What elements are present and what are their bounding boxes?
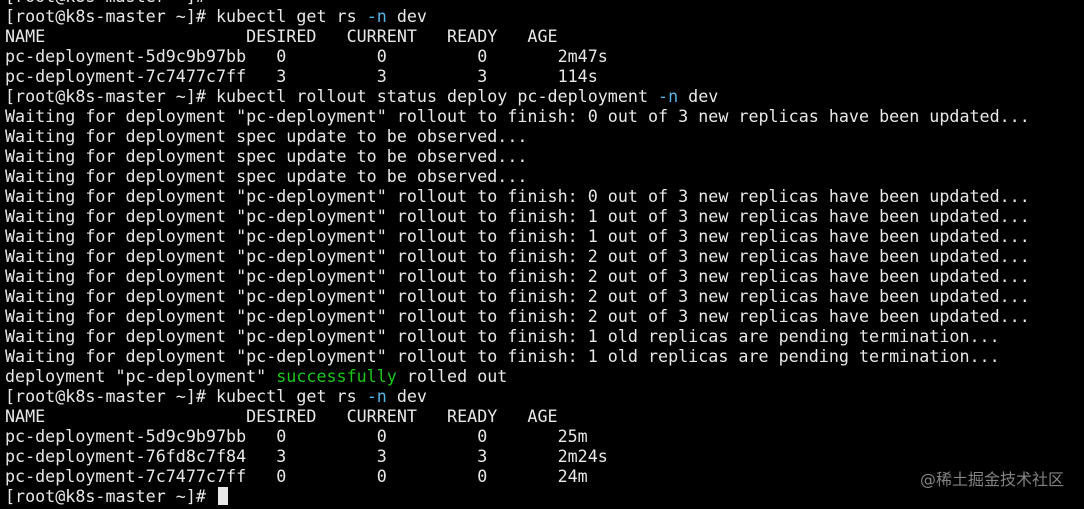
prompt: [root@k8s-master ~]# [5,486,216,506]
token-text: Waiting for deployment spec update to be… [5,146,528,166]
token-text: Waiting for deployment spec update to be… [5,166,528,186]
watermark: @稀土掘金技术社区 [919,470,1064,489]
token-text: [root@k8s-master ~]# kubectl rollout sta… [5,86,659,106]
token-text: deployment "pc-deployment" [5,366,277,386]
terminal-line: Waiting for deployment "pc-deployment" r… [5,306,1084,326]
terminal-line: Waiting for deployment "pc-deployment" r… [5,326,1084,346]
token-text: pc-deployment-76fd8c7f84 3 3 3 2m24s [5,446,608,466]
terminal-line: Waiting for deployment "pc-deployment" r… [5,286,1084,306]
terminal-line: pc-deployment-7c7477c7ff 3 3 3 114s [5,66,1084,86]
token-text: Waiting for deployment spec update to be… [5,126,528,146]
terminal-output: [root@k8s-master ~]# [root@k8s-master ~]#… [5,0,1084,506]
terminal-line: Waiting for deployment "pc-deployment" r… [5,206,1084,226]
token-text: Waiting for deployment "pc-deployment" r… [5,206,1030,226]
token-text: Waiting for deployment "pc-deployment" r… [5,266,1030,286]
token-text: Waiting for deployment "pc-deployment" r… [5,106,1030,126]
token-text: dev [678,86,719,106]
terminal-line: Waiting for deployment spec update to be… [5,166,1084,186]
token-text: Waiting for deployment "pc-deployment" r… [5,286,1030,306]
token-text: Waiting for deployment "pc-deployment" r… [5,226,1030,246]
terminal-line: deployment "pc-deployment" successfully … [5,366,1084,386]
token-text: Waiting for deployment "pc-deployment" r… [5,326,1000,346]
terminal-line: [root@k8s-master ~]# kubectl get rs -n d… [5,386,1084,406]
token-text: Waiting for deployment "pc-deployment" r… [5,306,1030,326]
terminal-line: Waiting for deployment "pc-deployment" r… [5,266,1084,286]
terminal-line: [root@k8s-master ~]# kubectl rollout sta… [5,86,1084,106]
terminal-line: pc-deployment-5d9c9b97bb 0 0 0 2m47s [5,46,1084,66]
terminal-line: NAME DESIRED CURRENT READY AGE [5,406,1084,426]
token-flag: -n [658,86,679,106]
token-flag: -n [366,6,387,26]
token-text: dev [386,6,427,26]
terminal-line: pc-deployment-76fd8c7f84 3 3 3 2m24s [5,446,1084,466]
terminal-line: Waiting for deployment "pc-deployment" r… [5,186,1084,206]
token-text: Waiting for deployment "pc-deployment" r… [5,346,1000,366]
terminal-line: [root@k8s-master ~]# kubectl get rs -n d… [5,6,1084,26]
terminal-line: Waiting for deployment "pc-deployment" r… [5,226,1084,246]
terminal-line: Waiting for deployment "pc-deployment" r… [5,346,1084,366]
text-cursor [217,487,228,505]
token-text: pc-deployment-7c7477c7ff 0 0 0 24m [5,466,588,486]
token-text: NAME DESIRED CURRENT READY AGE [5,406,558,426]
terminal-window[interactable]: [root@k8s-master ~]# [root@k8s-master ~]#… [0,0,1084,509]
terminal-line: Waiting for deployment spec update to be… [5,126,1084,146]
token-text: pc-deployment-5d9c9b97bb 0 0 0 25m [5,426,588,446]
terminal-line: NAME DESIRED CURRENT READY AGE [5,26,1084,46]
token-text: rolled out [396,366,508,386]
token-text: [root@k8s-master ~]# kubectl get rs [5,6,367,26]
terminal-line: Waiting for deployment "pc-deployment" r… [5,106,1084,126]
token-text: Waiting for deployment "pc-deployment" r… [5,246,1030,266]
token-text: Waiting for deployment "pc-deployment" r… [5,186,1030,206]
terminal-line: Waiting for deployment "pc-deployment" r… [5,246,1084,266]
token-text: pc-deployment-7c7477c7ff 3 3 3 114s [5,66,598,86]
token-text: NAME DESIRED CURRENT READY AGE [5,26,558,46]
token-flag: -n [366,386,387,406]
token-text: dev [386,386,427,406]
token-text: pc-deployment-5d9c9b97bb 0 0 0 2m47s [5,46,608,66]
token-success: successfully [276,366,397,386]
terminal-line: Waiting for deployment spec update to be… [5,146,1084,166]
token-text: [root@k8s-master ~]# kubectl get rs [5,386,367,406]
terminal-line: pc-deployment-5d9c9b97bb 0 0 0 25m [5,426,1084,446]
